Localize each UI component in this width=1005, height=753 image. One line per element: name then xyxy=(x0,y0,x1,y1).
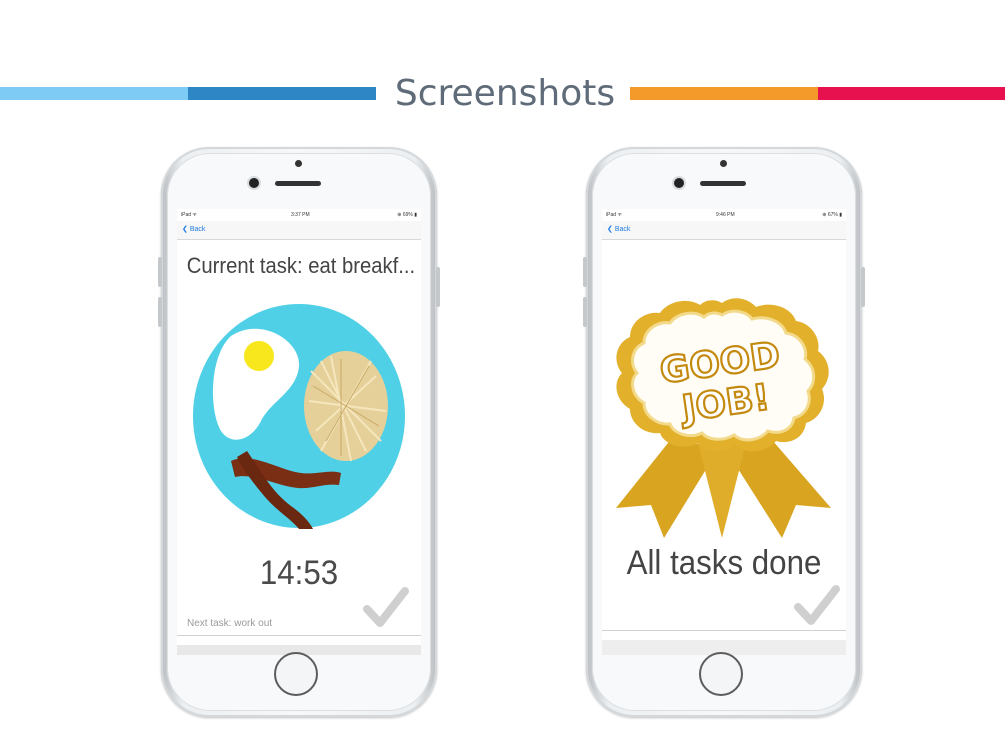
status-time: 9:46 PM xyxy=(716,212,735,218)
status-battery: ⊕ 69% ▮ xyxy=(397,212,417,218)
home-button[interactable] xyxy=(274,652,318,696)
front-camera xyxy=(674,178,684,188)
earpiece-speaker xyxy=(275,181,321,186)
current-task-title: Current task: eat breakf... xyxy=(186,253,416,278)
side-button xyxy=(583,297,587,327)
header-bar-light-blue xyxy=(0,87,188,100)
next-task-label: Next task: work out xyxy=(187,618,273,629)
status-bar: iPad ᯤ 9:46 PM ⊕ 67% ▮ xyxy=(602,209,846,221)
phone-left: iPad ᯤ 3:37 PM ⊕ 69% ▮ ❮ Back Current ta… xyxy=(158,147,440,717)
back-button[interactable]: ❮ Back xyxy=(182,225,205,233)
chevron-left-icon: ❮ xyxy=(182,226,188,233)
home-button[interactable] xyxy=(699,652,743,696)
breakfast-plate-illustration xyxy=(193,304,405,529)
page-title: Screenshots xyxy=(394,73,616,114)
earpiece-speaker xyxy=(700,181,746,186)
phone-left-screen: iPad ᯤ 3:37 PM ⊕ 69% ▮ ❮ Back Current ta… xyxy=(177,209,421,655)
back-button[interactable]: ❮ Back xyxy=(607,225,630,233)
side-button xyxy=(158,257,162,287)
side-button xyxy=(158,297,162,327)
status-carrier: iPad ᯤ xyxy=(606,212,622,218)
front-sensor xyxy=(295,160,302,167)
phone-right: iPad ᯤ 9:46 PM ⊕ 67% ▮ ❮ Back GOOD JOB! … xyxy=(583,147,865,717)
status-bar: iPad ᯤ 3:37 PM ⊕ 69% ▮ xyxy=(177,209,421,221)
status-battery: ⊕ 67% ▮ xyxy=(822,212,842,218)
nav-bar: ❮ Back xyxy=(602,221,846,240)
front-sensor xyxy=(720,160,727,167)
chevron-left-icon: ❮ xyxy=(607,226,613,233)
divider xyxy=(602,630,846,631)
status-carrier: iPad ᯤ xyxy=(181,212,197,218)
phone-right-screen: iPad ᯤ 9:46 PM ⊕ 67% ▮ ❮ Back GOOD JOB! … xyxy=(602,209,846,655)
checkmark-icon[interactable] xyxy=(363,585,409,631)
header-bar-blue xyxy=(188,87,376,100)
nav-bar: ❮ Back xyxy=(177,221,421,240)
divider xyxy=(177,635,421,636)
header-bar-red xyxy=(818,87,1005,100)
back-label: Back xyxy=(189,226,206,233)
side-button xyxy=(861,267,865,307)
all-tasks-done-label: All tasks done xyxy=(626,544,822,582)
back-label: Back xyxy=(614,226,631,233)
checkmark-icon[interactable] xyxy=(794,583,840,629)
good-job-ribbon-badge: GOOD JOB! xyxy=(616,298,831,538)
header-bar-orange xyxy=(630,87,818,100)
side-button xyxy=(436,267,440,307)
status-time: 3:37 PM xyxy=(291,212,310,218)
side-button xyxy=(583,257,587,287)
front-camera xyxy=(249,178,259,188)
